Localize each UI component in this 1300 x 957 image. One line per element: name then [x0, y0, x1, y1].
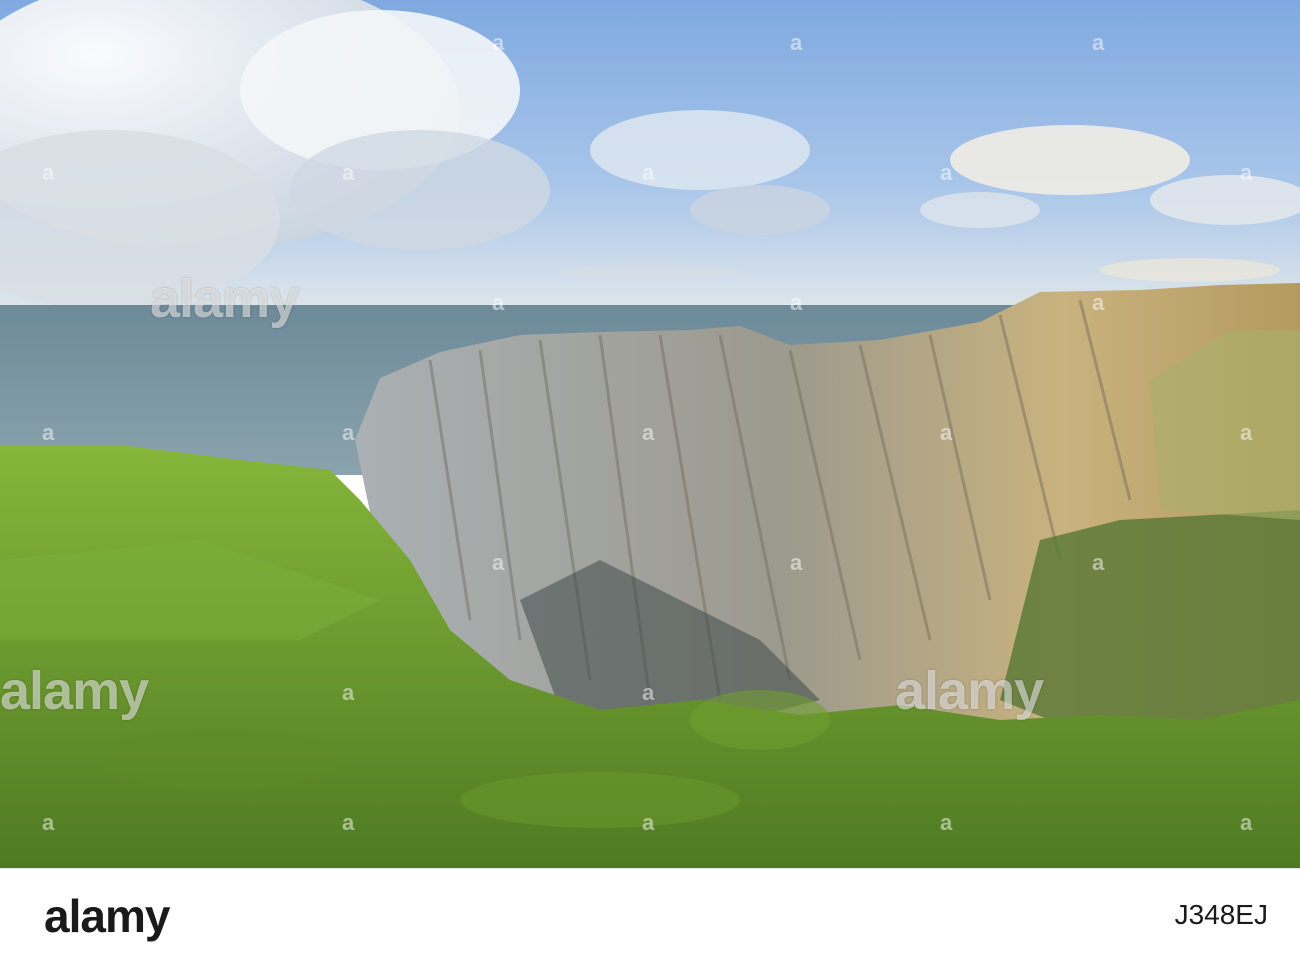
watermark-text: alamy — [895, 661, 1044, 721]
watermark-mark: a — [1240, 810, 1253, 835]
watermark-mark: a — [492, 550, 505, 575]
watermark-mark: a — [342, 420, 355, 445]
watermark-mark: a — [940, 160, 953, 185]
watermark-mark: a — [642, 160, 655, 185]
watermark-mark: a — [790, 290, 803, 315]
watermark-mark: a — [42, 420, 55, 445]
watermark-mark: a — [642, 810, 655, 835]
watermark-mark: a — [1092, 290, 1105, 315]
landscape-photo: alamy alamy alamy a a a a a a a a a a a … — [0, 0, 1300, 868]
watermark-mark: a — [492, 290, 505, 315]
watermark-mark: a — [342, 810, 355, 835]
watermark-mark: a — [1240, 420, 1253, 445]
watermark-mark: a — [1092, 550, 1105, 575]
watermark-mark: a — [1240, 160, 1253, 185]
watermark-mark: a — [642, 680, 655, 705]
alamy-logo: alamy — [44, 890, 170, 942]
watermark-mark: a — [42, 810, 55, 835]
watermark-text: alamy — [0, 661, 149, 721]
watermark-mark: a — [42, 160, 55, 185]
image-id: J348EJ — [1174, 899, 1268, 930]
watermark-mark: a — [342, 680, 355, 705]
watermark-mark: a — [1092, 30, 1105, 55]
watermark-mark: a — [642, 420, 655, 445]
watermark-mark: a — [342, 160, 355, 185]
watermark-mark: a — [790, 550, 803, 575]
watermark-mark: a — [790, 30, 803, 55]
watermark-text: alamy — [150, 269, 299, 329]
watermark-mark: a — [940, 420, 953, 445]
footer-bar: alamy J348EJ — [0, 868, 1300, 957]
watermark-mark: a — [940, 810, 953, 835]
watermark-mark: a — [492, 30, 505, 55]
